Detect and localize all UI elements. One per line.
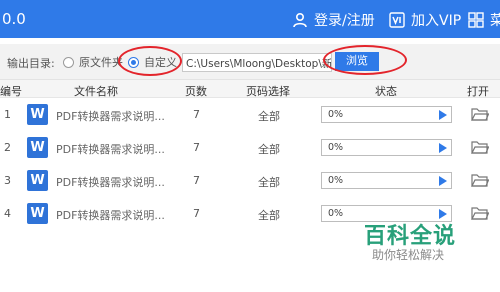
row-progress-label: 0% <box>328 175 344 186</box>
join-vip-button[interactable]: 加入VIP <box>389 10 461 30</box>
output-path-field[interactable]: C:\Users\Mloong\Desktop\新建文 <box>182 53 332 72</box>
row-page-select[interactable]: 全部 <box>258 108 280 124</box>
join-vip-label: 加入VIP <box>411 13 462 29</box>
highlight-ring-custom <box>118 46 182 76</box>
open-folder-icon[interactable] <box>471 173 489 188</box>
table-row[interactable]: 1 W PDF转换器需求说明... 7 全部 0% <box>0 98 500 131</box>
app-version: 0.0 <box>2 10 26 28</box>
row-progress-label: 0% <box>328 208 344 219</box>
radio-source-dot[interactable] <box>63 56 74 68</box>
row-page-select[interactable]: 全部 <box>258 174 280 190</box>
row-filename: PDF转换器需求说明... <box>56 143 165 156</box>
row-page-select[interactable]: 全部 <box>258 141 280 157</box>
play-icon[interactable] <box>439 143 447 153</box>
highlight-ring-browse <box>323 45 407 75</box>
row-progress-label: 0% <box>328 109 344 120</box>
watermark-subtitle: 助你轻松解决 <box>372 248 445 262</box>
header-status: 状态 <box>375 85 397 98</box>
row-index: 1 <box>4 108 11 121</box>
row-progress-label: 0% <box>328 142 344 153</box>
header-filename: 文件名称 <box>74 85 118 98</box>
row-filename: PDF转换器需求说明... <box>56 176 165 189</box>
play-icon[interactable] <box>439 110 447 120</box>
play-icon[interactable] <box>439 176 447 186</box>
radio-source-folder[interactable]: 原文件夹 <box>63 54 123 70</box>
top-bar: 0.0 登录/注册 加入VIP 菜 <box>0 0 500 38</box>
word-file-icon: W <box>27 137 48 158</box>
vip-icon <box>389 12 405 28</box>
row-progress-bar: 0% <box>321 106 452 123</box>
radio-source-label: 原文件夹 <box>79 56 123 69</box>
row-progress-bar: 0% <box>321 172 452 189</box>
row-pages: 7 <box>193 108 200 121</box>
row-page-select[interactable]: 全部 <box>258 207 280 223</box>
header-page-select: 页码选择 <box>246 85 290 98</box>
row-filename: PDF转换器需求说明... <box>56 209 165 222</box>
word-file-icon: W <box>27 170 48 191</box>
open-folder-icon[interactable] <box>471 206 489 221</box>
menu-grid-icon <box>468 12 484 28</box>
login-register-label: 登录/注册 <box>314 13 375 29</box>
header-pages: 页数 <box>185 85 207 98</box>
row-index: 3 <box>4 174 11 187</box>
header-open: 打开 <box>467 85 489 98</box>
row-index: 2 <box>4 141 11 154</box>
open-folder-icon[interactable] <box>471 107 489 122</box>
open-folder-icon[interactable] <box>471 140 489 155</box>
word-file-icon: W <box>27 104 48 125</box>
user-icon <box>293 12 307 28</box>
header-index: 编号 <box>0 85 22 98</box>
menu-button[interactable]: 菜 <box>468 10 500 30</box>
row-pages: 7 <box>193 141 200 154</box>
menu-label: 菜 <box>490 13 500 29</box>
table-header: 编号 文件名称 页数 页码选择 状态 打开 <box>0 80 500 98</box>
output-directory-label: 输出目录: <box>7 57 55 70</box>
row-progress-bar: 0% <box>321 139 452 156</box>
table-row[interactable]: 3 W PDF转换器需求说明... 7 全部 0% <box>0 164 500 197</box>
table-row[interactable]: 2 W PDF转换器需求说明... 7 全部 0% <box>0 131 500 164</box>
word-file-icon: W <box>27 203 48 224</box>
row-filename: PDF转换器需求说明... <box>56 110 165 123</box>
row-pages: 7 <box>193 174 200 187</box>
row-pages: 7 <box>193 207 200 220</box>
login-register-button[interactable]: 登录/注册 <box>292 10 375 30</box>
row-index: 4 <box>4 207 11 220</box>
